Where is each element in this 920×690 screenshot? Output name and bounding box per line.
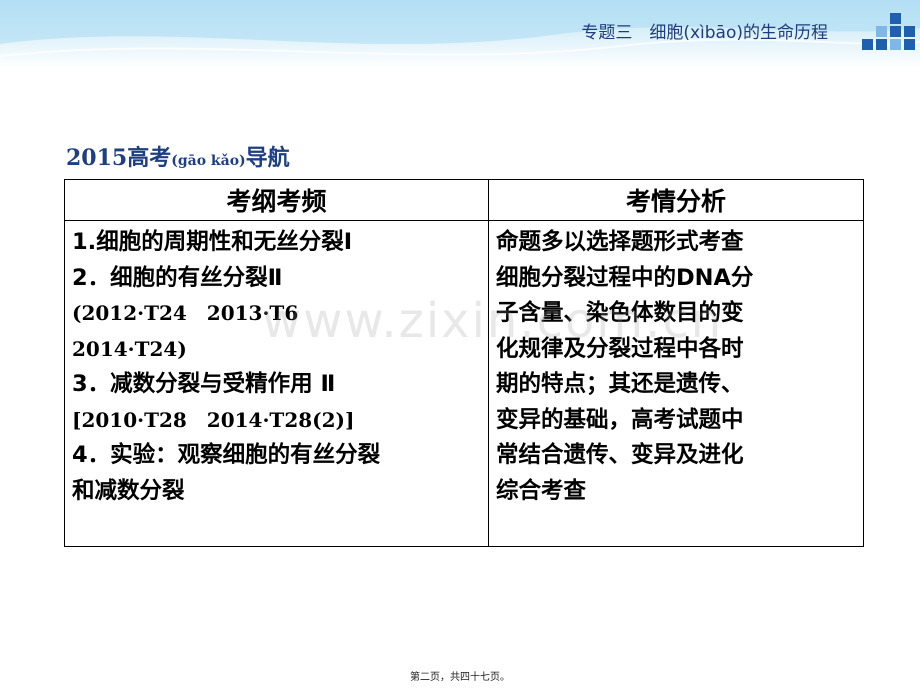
header-title: 专题三 细胞(xìbāo)的生命历程 <box>581 23 828 43</box>
syllabus-line-1: 1.细胞的周期性和无丝分裂Ⅰ <box>72 229 353 255</box>
slide-page: 专题三 细胞(xìbāo)的生命历程 2015高考(gāo kǎo)导航 考纲考… <box>0 0 920 690</box>
syllabus-line-6: [2010·T28 2014·T28(2)] <box>72 407 355 432</box>
squares-logo-icon <box>862 13 918 51</box>
syllabus-line-2: 2．细胞的有丝分裂Ⅱ <box>72 264 283 291</box>
analysis-line-8: 综合考查 <box>496 477 587 504</box>
syllabus-line-3: (2012·T24 2013·T6 <box>72 301 299 325</box>
analysis-line-4: 化规律及分裂过程中各时 <box>496 335 744 362</box>
syllabus-line-4: 2014·T24) <box>72 336 187 361</box>
table-row: 1.细胞的周期性和无丝分裂Ⅰ 2．细胞的有丝分裂Ⅱ (2012·T24 2013… <box>64 220 864 547</box>
section-title-main: 2015高考 <box>66 145 172 171</box>
syllabus-line-7: 4．实验：观察细胞的有丝分裂 <box>72 442 381 468</box>
syllabus-cell: 1.细胞的周期性和无丝分裂Ⅰ 2．细胞的有丝分裂Ⅱ (2012·T24 2013… <box>64 220 489 547</box>
analysis-line-1: 命题多以选择题形式考查 <box>496 229 744 255</box>
table-header-row: 考纲考频 考情分析 <box>64 179 864 221</box>
syllabus-line-5: 3．减数分裂与受精作用 Ⅱ <box>72 371 336 397</box>
analysis-line-6: 变异的基础，高考试题中 <box>496 406 744 433</box>
analysis-cell: 命题多以选择题形式考查 细胞分裂过程中的DNA分 子含量、染色体数目的变 化规律… <box>488 220 864 547</box>
column-header-syllabus: 考纲考频 <box>64 179 489 221</box>
section-title-suffix: 导航 <box>245 145 290 171</box>
analysis-line-3: 子含量、染色体数目的变 <box>496 300 744 326</box>
exam-guide-table: 考纲考频 考情分析 1.细胞的周期性和无丝分裂Ⅰ 2．细胞的有丝分裂Ⅱ (201… <box>64 179 864 547</box>
section-title: 2015高考(gāo kǎo)导航 <box>66 140 290 172</box>
syllabus-line-8: 和减数分裂 <box>72 477 185 504</box>
analysis-line-5: 期的特点；其还是遗传、 <box>496 371 744 397</box>
section-title-pinyin: (gāo kǎo) <box>171 153 246 169</box>
page-footer: 第二页，共四十七页。 <box>410 672 510 683</box>
analysis-line-2: 细胞分裂过程中的DNA分 <box>496 264 754 291</box>
column-header-analysis: 考情分析 <box>488 179 864 221</box>
analysis-line-7: 常结合遗传、变异及进化 <box>496 442 744 468</box>
